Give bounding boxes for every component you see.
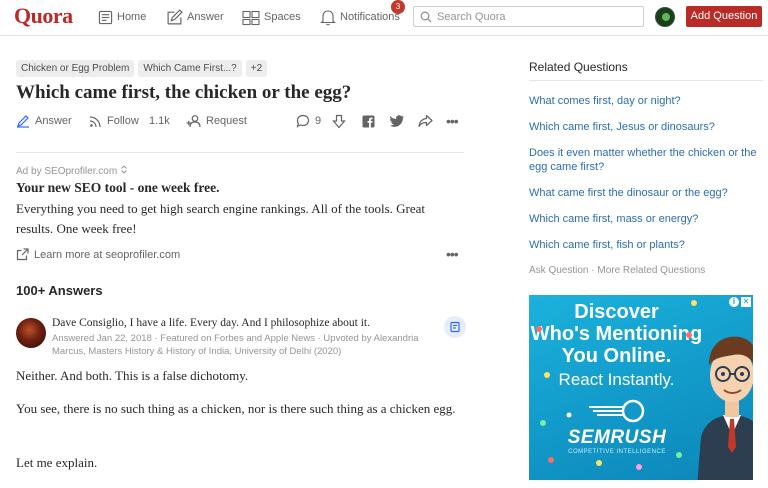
- section-divider: [16, 152, 464, 153]
- ad-sponsor-text: Ad by SEOprofiler.com: [16, 166, 118, 177]
- answer-bookmark-button[interactable]: [444, 316, 466, 338]
- follow-button[interactable]: Follow: [89, 112, 139, 130]
- share-button[interactable]: [418, 112, 438, 130]
- quora-logo[interactable]: Quora: [14, 3, 73, 29]
- pencil-icon: [17, 115, 29, 128]
- nav-notifications[interactable]: Notifications 3: [320, 0, 405, 28]
- user-avatar[interactable]: [655, 7, 675, 27]
- top-navbar: Quora Home Answer Spaces Notifications 3…: [0, 0, 768, 36]
- nav-answer-label: Answer: [187, 11, 224, 23]
- ad-person-illustration: [697, 336, 753, 480]
- search-box[interactable]: [413, 6, 644, 27]
- facebook-icon: [362, 115, 375, 127]
- external-link-icon: [16, 248, 29, 261]
- more-options-icon[interactable]: •••: [446, 112, 459, 130]
- author-avatar[interactable]: [16, 318, 46, 348]
- ad-title[interactable]: Your new SEO tool - one week free.: [16, 180, 219, 196]
- search-icon: [420, 11, 432, 22]
- follow-count: 1.1k: [149, 115, 170, 127]
- nav-notifications-label: Notifications: [340, 11, 400, 23]
- nav-home[interactable]: Home: [98, 6, 146, 28]
- nav-home-label: Home: [117, 11, 147, 23]
- comments-button[interactable]: 9: [296, 112, 321, 130]
- bookmark-icon: [450, 321, 460, 333]
- add-question-button[interactable]: Add Question: [686, 6, 762, 27]
- search-input[interactable]: [437, 10, 627, 23]
- spaces-icon: [242, 10, 260, 25]
- follow-label: Follow: [107, 115, 139, 127]
- related-questions-heading: Related Questions: [529, 60, 628, 74]
- request-button[interactable]: Request: [186, 112, 247, 130]
- nav-answer[interactable]: Answer: [166, 6, 224, 28]
- related-question-link[interactable]: What comes first, day or night?: [529, 94, 759, 108]
- avatar-dot: [662, 13, 670, 21]
- answer-paragraph: Let me explain.: [16, 455, 98, 470]
- ad-more-options-icon[interactable]: •••: [446, 246, 459, 262]
- comment-icon: [296, 114, 310, 128]
- notification-count-badge: 3: [391, 0, 405, 14]
- rss-icon: [89, 115, 101, 127]
- related-question-link[interactable]: What came first the dinosaur or the egg?: [529, 186, 759, 200]
- nav-spaces-label: Spaces: [264, 11, 301, 23]
- answers-count-heading: 100+ Answers: [16, 283, 103, 298]
- share-arrow-icon: [418, 114, 433, 128]
- answer-meta: Answered Jan 22, 2018 · Featured on Forb…: [52, 333, 419, 357]
- more-tags-chip[interactable]: +2: [245, 60, 268, 77]
- related-question-link[interactable]: Does it even matter whether the chicken …: [529, 146, 759, 174]
- semrush-ad-banner[interactable]: i ✕ Discover Who's Mentioning You Online…: [529, 295, 753, 480]
- ad-link-text: Learn more at seoprofiler.com: [34, 248, 181, 261]
- sidebar-footer-links: Ask Question · More Related Questions: [529, 265, 705, 276]
- comment-count: 9: [315, 115, 322, 127]
- chevron-updown-icon: [121, 165, 127, 174]
- answer-paragraph: You see, there is no such thing as a chi…: [16, 401, 456, 416]
- pencil-square-icon: [167, 8, 183, 24]
- downvote-button[interactable]: [332, 112, 351, 130]
- downvote-arrow-icon: [332, 114, 346, 128]
- request-label: Request: [206, 115, 247, 127]
- related-question-link[interactable]: Which came first, mass or energy?: [529, 212, 759, 226]
- facebook-share-button[interactable]: [362, 112, 380, 130]
- ask-question-link[interactable]: Ask Question: [529, 265, 588, 276]
- related-question-link[interactable]: Which came first, Jesus or dinosaurs?: [529, 120, 759, 134]
- ad-learn-more-link[interactable]: Learn more at seoprofiler.com: [16, 248, 180, 261]
- answer-author[interactable]: Dave Consiglio, I have a life. Every day…: [52, 317, 370, 329]
- topic-tags: Chicken or Egg Problem Which Came First.…: [16, 60, 268, 77]
- person-add-icon: [186, 115, 201, 128]
- topic-tag[interactable]: Which Came First...?: [138, 60, 242, 77]
- answer-button[interactable]: Answer: [16, 112, 72, 130]
- ad-sponsor-label[interactable]: Ad by SEOprofiler.com: [16, 165, 128, 177]
- bell-icon: [320, 9, 336, 25]
- answer-paragraph: Neither. And both. This is a false dicho…: [16, 368, 249, 383]
- twitter-icon: [390, 115, 404, 127]
- answer-label: Answer: [35, 115, 72, 127]
- topic-tag[interactable]: Chicken or Egg Problem: [16, 60, 135, 77]
- home-icon: [98, 10, 113, 24]
- related-question-link[interactable]: Which came first, fish or plants?: [529, 238, 759, 252]
- twitter-share-button[interactable]: [390, 112, 409, 130]
- ad-body[interactable]: Everything you need to get high search e…: [16, 199, 464, 239]
- sidebar-divider: [529, 80, 763, 81]
- more-related-link[interactable]: More Related Questions: [597, 265, 705, 276]
- question-title[interactable]: Which came first, the chicken or the egg…: [16, 82, 351, 104]
- question-action-bar: Answer Follow 1.1k Request 9 •••: [16, 112, 464, 130]
- nav-spaces[interactable]: Spaces: [242, 6, 301, 28]
